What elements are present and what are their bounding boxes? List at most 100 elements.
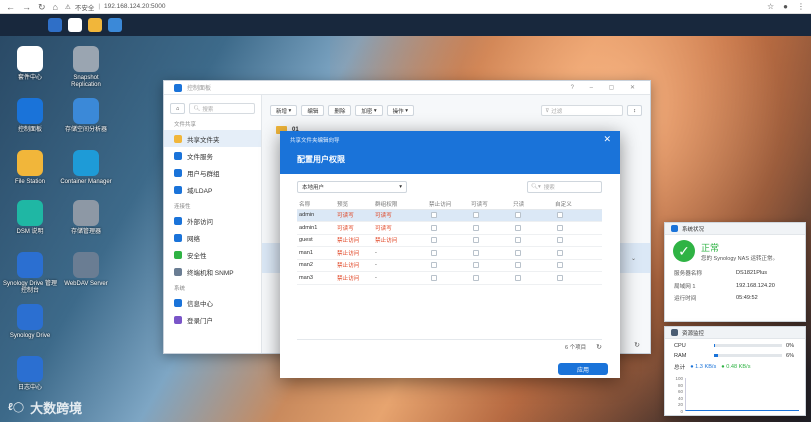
- file-station-shortcut[interactable]: File Station: [2, 150, 58, 186]
- user-scope-select[interactable]: 本地用户 ▾: [297, 181, 407, 193]
- permission-checkbox[interactable]: [557, 237, 563, 244]
- storage-analyzer-shortcut[interactable]: 存储空间分析器: [58, 98, 114, 134]
- sidebar-item[interactable]: 网络: [164, 229, 261, 246]
- sidebar-item-label: 网络: [187, 235, 200, 243]
- download-rate: ● 0.48 KB/s: [721, 363, 751, 370]
- home-icon[interactable]: ⌂: [53, 0, 58, 14]
- delete-button[interactable]: 删除: [328, 105, 352, 116]
- package-center-shortcut[interactable]: 套件中心: [2, 46, 58, 82]
- window-controls[interactable]: ? – ▢ ✕: [571, 84, 642, 91]
- close-icon[interactable]: ✕: [603, 134, 611, 145]
- table-row[interactable]: admin1 可读写 可读写: [297, 221, 602, 235]
- permission-checkbox[interactable]: [515, 249, 521, 256]
- address-bar[interactable]: ⚠ 不安全 | 192.168.124.20:5000: [65, 2, 165, 12]
- sort-button[interactable]: ↕: [627, 105, 642, 116]
- table-row[interactable]: man3 禁止访问 -: [297, 271, 602, 285]
- control-panel-shortcut[interactable]: 控制面板: [2, 98, 58, 134]
- container-manager-shortcut[interactable]: Container Manager: [58, 150, 114, 186]
- permission-checkbox[interactable]: [473, 224, 479, 231]
- permission-checkbox[interactable]: [431, 274, 437, 281]
- filter-input[interactable]: ⊽ 过滤: [541, 105, 624, 116]
- status-row: 局域网 1 192.168.124.20: [665, 280, 805, 293]
- permission-checkbox[interactable]: [557, 274, 563, 281]
- reload-icon[interactable]: ↻: [38, 0, 46, 14]
- column-header[interactable]: 禁止访问: [427, 199, 469, 210]
- permission-checkbox[interactable]: [473, 262, 479, 269]
- table-row[interactable]: admin 可读写 可读写: [297, 209, 602, 222]
- permission-checkbox[interactable]: [515, 237, 521, 244]
- permission-checkbox[interactable]: [557, 224, 563, 231]
- permission-checkbox[interactable]: [431, 224, 437, 231]
- cell-name: man3: [297, 271, 335, 285]
- new-button[interactable]: 新增 ▾: [270, 105, 298, 116]
- apply-button[interactable]: 应用: [558, 363, 608, 375]
- permission-checkbox[interactable]: [515, 212, 521, 219]
- sidebar-item[interactable]: 共享文件夹: [164, 130, 261, 147]
- permission-checkbox[interactable]: [557, 249, 563, 256]
- permission-checkbox[interactable]: [431, 212, 437, 219]
- column-header[interactable]: 群组权限: [373, 199, 427, 210]
- sidebar-item[interactable]: 外部访问: [164, 212, 261, 229]
- star-icon[interactable]: ☆: [767, 2, 774, 11]
- cell-group: 可读写: [373, 221, 427, 235]
- column-header[interactable]: 自定义: [553, 199, 602, 210]
- permission-checkbox[interactable]: [515, 274, 521, 281]
- expand-chevron-icon[interactable]: ⌄: [631, 255, 636, 262]
- permission-checkbox[interactable]: [557, 212, 563, 219]
- main-menu-icon[interactable]: [48, 18, 62, 32]
- sidebar-item[interactable]: 安全性: [164, 246, 261, 263]
- taskbar-control-panel-icon[interactable]: [68, 18, 82, 32]
- desktop-icon-label: 套件中心: [17, 75, 42, 81]
- refresh-icon[interactable]: ↻: [634, 341, 640, 349]
- edit-button[interactable]: 编辑: [301, 105, 325, 116]
- snapshot-replication-shortcut[interactable]: Snapshot Replication: [58, 46, 114, 89]
- refresh-icon[interactable]: ↻: [596, 343, 602, 351]
- column-header[interactable]: 预览: [335, 199, 373, 210]
- desktop-icon-label: Snapshot Replication: [71, 75, 101, 89]
- permission-checkbox[interactable]: [515, 262, 521, 269]
- permission-checkbox[interactable]: [431, 249, 437, 256]
- column-header[interactable]: 名称: [297, 199, 335, 210]
- column-header[interactable]: 可读写: [469, 199, 511, 210]
- window-titlebar[interactable]: 控制面板 ? – ▢ ✕: [164, 81, 650, 95]
- status-widget-icon: [671, 225, 678, 232]
- home-button[interactable]: ⌂: [170, 103, 186, 114]
- user-search-input[interactable]: 🔍︎▾ 搜索: [527, 181, 602, 193]
- forward-icon[interactable]: →: [22, 0, 31, 14]
- permission-checkbox[interactable]: [473, 237, 479, 244]
- sidebar-item[interactable]: 信息中心: [164, 294, 261, 311]
- widget-title: 系统状况: [682, 226, 705, 233]
- synology-drive-shortcut[interactable]: Synology Drive: [2, 304, 58, 340]
- permission-checkbox[interactable]: [515, 224, 521, 231]
- taskbar-file-station-icon[interactable]: [88, 18, 102, 32]
- back-icon[interactable]: ←: [6, 0, 15, 14]
- dsm-help-shortcut[interactable]: DSM 说明: [2, 200, 58, 236]
- taskbar-app-icon[interactable]: [108, 18, 122, 32]
- permission-checkbox[interactable]: [473, 212, 479, 219]
- sidebar-item[interactable]: 登录门户: [164, 311, 261, 328]
- drive-admin-console-shortcut[interactable]: Synology Drive 管理控制台: [2, 252, 58, 295]
- permission-checkbox[interactable]: [473, 249, 479, 256]
- log-center-shortcut[interactable]: 日志中心: [2, 356, 58, 392]
- storage-manager-shortcut[interactable]: 存储管理器: [58, 200, 114, 236]
- control-panel-icon: [17, 98, 43, 124]
- sidebar-item[interactable]: 域/LDAP: [164, 181, 261, 198]
- webdav-server-shortcut[interactable]: WebDAV Server: [58, 252, 114, 288]
- action-button[interactable]: 操作 ▾: [386, 105, 414, 116]
- sidebar-item[interactable]: 终端机和 SNMP: [164, 263, 261, 280]
- permission-checkbox[interactable]: [431, 237, 437, 244]
- table-row[interactable]: man2 禁止访问 -: [297, 259, 602, 272]
- column-header[interactable]: 只读: [511, 199, 553, 210]
- profile-icon[interactable]: ●: [783, 2, 788, 11]
- table-row[interactable]: guest 禁止访问 禁止访问: [297, 234, 602, 247]
- permission-checkbox[interactable]: [431, 262, 437, 269]
- sidebar-item[interactable]: 用户与群组: [164, 164, 261, 181]
- encrypt-button[interactable]: 加密 ▾: [355, 105, 383, 116]
- sidebar-search-input[interactable]: 🔍︎ 搜索: [189, 103, 255, 114]
- permission-checkbox[interactable]: [473, 274, 479, 281]
- sidebar-item[interactable]: 文件服务: [164, 147, 261, 164]
- table-row[interactable]: man1 禁止访问 -: [297, 246, 602, 260]
- system-status-widget: 系统状况 ✓ 正常 您的 Synology NAS 运转正常。 服务器名称 DS1…: [664, 222, 806, 322]
- menu-icon[interactable]: ⋮: [797, 2, 805, 11]
- permission-checkbox[interactable]: [557, 262, 563, 269]
